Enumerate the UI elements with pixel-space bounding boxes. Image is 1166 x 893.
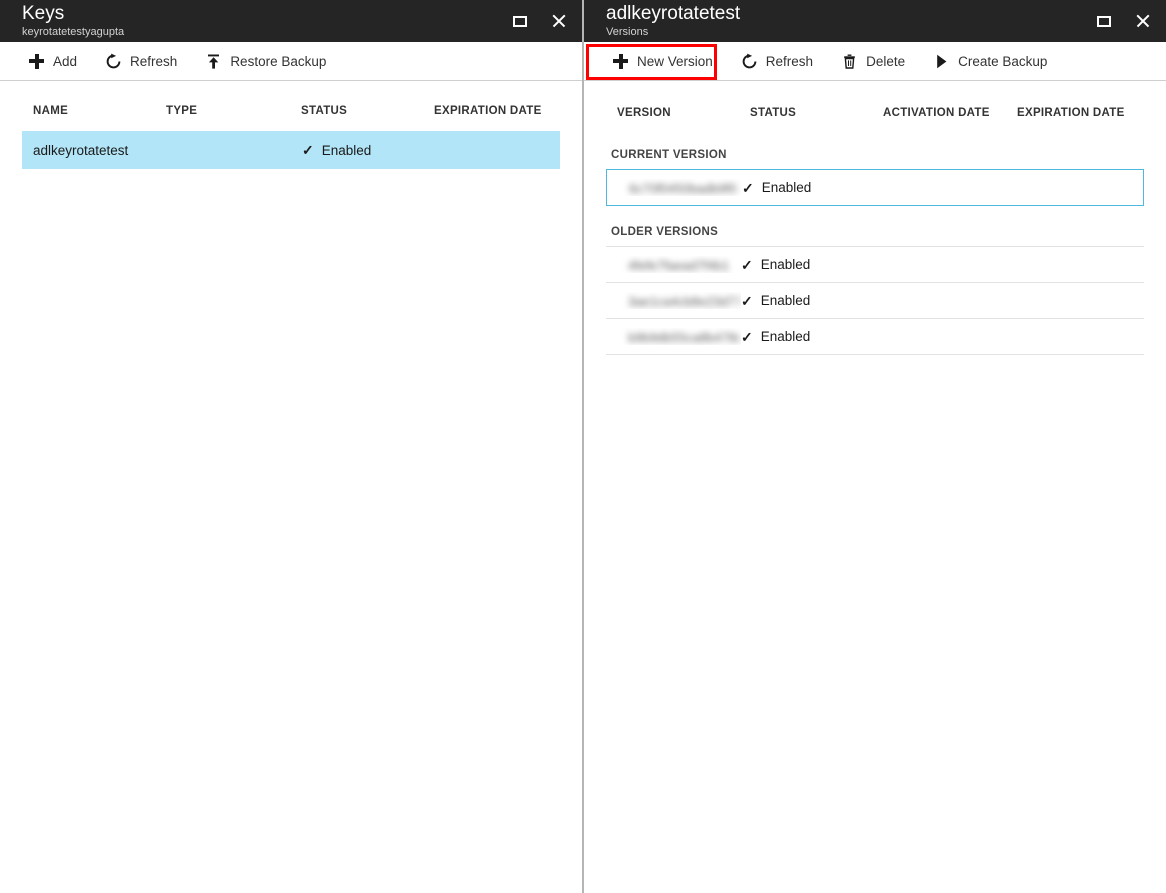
refresh-button-label: Refresh (130, 54, 177, 69)
column-header-expiration-date: EXPIRATION DATE (1017, 107, 1125, 119)
check-icon: ✓ (741, 330, 753, 344)
restore-backup-icon (205, 53, 222, 70)
check-icon: ✓ (741, 294, 753, 308)
versions-blade-heading: adlkeyrotatetest Versions (606, 2, 740, 39)
version-id-cell: 4fefe7faead7f4b1 (606, 256, 741, 272)
version-status-label: Enabled (761, 293, 811, 308)
close-button[interactable] (546, 9, 570, 33)
current-version-section-label: CURRENT VERSION (606, 149, 1144, 161)
versions-body: CURRENT VERSION 6c70f0450badb9f0 ✓ Enabl… (584, 129, 1166, 355)
close-icon (551, 14, 565, 28)
version-status-cell: ✓ Enabled (741, 293, 876, 308)
version-status-cell: ✓ Enabled (741, 329, 876, 344)
keys-window-controls (508, 0, 570, 42)
restore-backup-button[interactable]: Restore Backup (197, 43, 334, 79)
key-name-cell: adlkeyrotatetest (22, 143, 167, 158)
add-button-label: Add (53, 54, 77, 69)
restore-button[interactable] (508, 9, 532, 33)
column-header-name: NAME (33, 105, 166, 117)
column-header-status: STATUS (750, 107, 883, 119)
plus-icon (612, 53, 629, 70)
plus-icon (28, 53, 45, 70)
table-row[interactable]: 3ae1ca4cb8e23d77 ✓ Enabled (606, 283, 1144, 319)
keys-list: adlkeyrotatetest ✓ Enabled (0, 131, 582, 169)
version-status-cell: ✓ Enabled (742, 180, 877, 195)
column-header-activation-date: ACTIVATION DATE (883, 107, 1017, 119)
refresh-button[interactable]: Refresh (97, 43, 185, 79)
delete-button-label: Delete (866, 54, 905, 69)
version-status-label: Enabled (762, 180, 812, 195)
page-title: Keys (22, 2, 124, 25)
version-id-cell: b9b9db55ca8b478c (606, 328, 741, 344)
column-header-expiration-date: EXPIRATION DATE (434, 105, 542, 117)
page-subtitle: keyrotatetestyagupta (22, 25, 124, 39)
key-status-cell: ✓ Enabled (302, 143, 432, 158)
keys-blade-heading: Keys keyrotatetestyagupta (22, 2, 124, 39)
column-header-type: TYPE (166, 105, 301, 117)
table-row[interactable]: adlkeyrotatetest ✓ Enabled (22, 131, 560, 169)
version-status-label: Enabled (761, 329, 811, 344)
create-backup-icon (933, 53, 950, 70)
column-header-version: VERSION (617, 107, 750, 119)
older-versions-list: 4fefe7faead7f4b1 ✓ Enabled 3ae1ca4cb8e23… (606, 246, 1144, 355)
table-row[interactable]: 4fefe7faead7f4b1 ✓ Enabled (606, 247, 1144, 283)
version-id-redacted: b9b9db55ca8b478c (628, 330, 740, 345)
version-status-cell: ✓ Enabled (741, 257, 876, 272)
older-versions-section-label: OLDER VERSIONS (606, 226, 1144, 238)
close-button[interactable] (1130, 9, 1154, 33)
versions-page-subtitle: Versions (606, 25, 740, 39)
column-header-status: STATUS (301, 105, 434, 117)
add-button[interactable]: Add (20, 43, 85, 79)
azure-key-vault-blades: Keys keyrotatetestyagupta Add (0, 0, 1166, 893)
check-icon: ✓ (302, 143, 314, 157)
versions-window-controls (1092, 0, 1154, 42)
version-id-cell: 3ae1ca4cb8e23d77 (606, 292, 741, 308)
version-status-label: Enabled (761, 257, 811, 272)
trash-icon (841, 53, 858, 70)
restore-backup-button-label: Restore Backup (230, 54, 326, 69)
version-id-redacted: 4fefe7faead7f4b1 (628, 258, 729, 273)
table-row[interactable]: b9b9db55ca8b478c ✓ Enabled (606, 319, 1144, 355)
new-version-button[interactable]: New Version (604, 43, 721, 79)
refresh-icon (741, 53, 758, 70)
version-id-redacted: 6c70f0450badb9f0 (629, 181, 737, 196)
keys-blade-titlebar: Keys keyrotatetestyagupta (0, 0, 582, 42)
create-backup-button-label: Create Backup (958, 54, 1047, 69)
version-id-redacted: 3ae1ca4cb8e23d77 (628, 294, 740, 309)
close-icon (1135, 14, 1149, 28)
restore-icon (513, 16, 527, 27)
refresh-button-label: Refresh (766, 54, 813, 69)
keys-column-headers: NAME TYPE STATUS EXPIRATION DATE (0, 95, 582, 127)
keys-blade: Keys keyrotatetestyagupta Add (0, 0, 582, 893)
versions-column-headers: VERSION STATUS ACTIVATION DATE EXPIRATIO… (584, 97, 1166, 129)
versions-toolbar: New Version Refresh (584, 42, 1166, 81)
versions-blade: adlkeyrotatetest Versions New Version (582, 0, 1166, 893)
check-icon: ✓ (741, 258, 753, 272)
delete-button[interactable]: Delete (833, 43, 913, 79)
refresh-button[interactable]: Refresh (733, 43, 821, 79)
restore-button[interactable] (1092, 9, 1116, 33)
versions-page-title: adlkeyrotatetest (606, 2, 740, 25)
check-icon: ✓ (742, 181, 754, 195)
new-version-button-label: New Version (637, 54, 713, 69)
refresh-icon (105, 53, 122, 70)
current-version-row[interactable]: 6c70f0450badb9f0 ✓ Enabled (606, 169, 1144, 206)
keys-toolbar: Add Refresh (0, 42, 582, 81)
versions-blade-titlebar: adlkeyrotatetest Versions (584, 0, 1166, 42)
create-backup-button[interactable]: Create Backup (925, 43, 1055, 79)
version-id-cell: 6c70f0450badb9f0 (607, 179, 742, 195)
key-status-label: Enabled (322, 143, 372, 158)
restore-icon (1097, 16, 1111, 27)
